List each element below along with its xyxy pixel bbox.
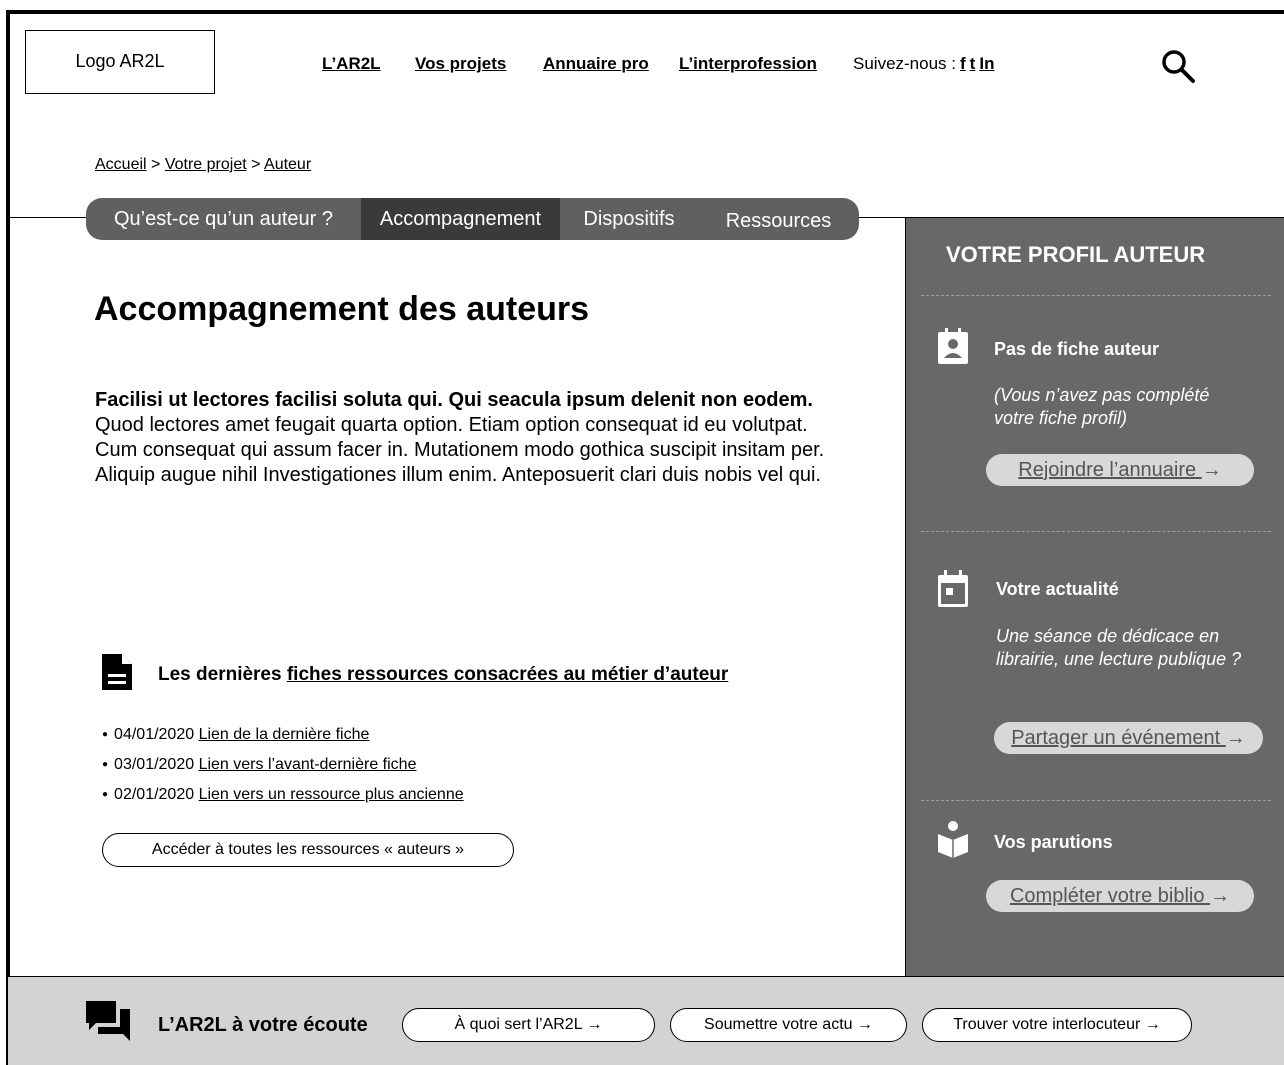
chat-icon — [86, 1001, 130, 1041]
breadcrumb-separator: > — [251, 156, 261, 173]
resource-date: 03/01/2020 — [114, 756, 195, 773]
all-resources-button[interactable]: Accéder à toutes les ressources « auteur… — [102, 833, 514, 867]
resources-link[interactable]: fiches ressources consacrées au métier d… — [287, 664, 728, 685]
resource-date: 02/01/2020 — [114, 786, 195, 803]
button-label: Rejoindre l’annuaire — [1018, 459, 1202, 481]
list-item: 04/01/2020 Lien de la dernière fiche — [102, 722, 464, 752]
join-directory-button[interactable]: Rejoindre l’annuaire → — [986, 454, 1254, 486]
section-text: (Vous n’avez pas complété votre fiche pr… — [994, 385, 1210, 428]
arrow-icon: → — [1225, 727, 1246, 749]
find-contact-button[interactable]: Trouver votre interlocuteur → — [922, 1008, 1192, 1042]
page-title: Accompagnement des auteurs — [94, 290, 590, 328]
nav-interprofession[interactable]: L’interprofession — [679, 54, 817, 74]
breadcrumb-auteur[interactable]: Auteur — [264, 156, 311, 173]
footer-title: L’AR2L à votre écoute — [158, 1014, 368, 1036]
resource-date: 04/01/2020 — [114, 726, 195, 743]
breadcrumb: Accueil > Votre projet > Auteur — [95, 156, 311, 174]
section-heading: Votre actualité — [996, 579, 1119, 599]
logo-text: Logo AR2L — [75, 51, 165, 71]
sidebar-title: VOTRE PROFIL AUTEUR — [946, 242, 1206, 267]
share-event-button[interactable]: Partager un événement → — [994, 722, 1263, 754]
button-label: Compléter votre biblio — [1009, 885, 1211, 907]
nav-vos-projets[interactable]: Vos projets — [415, 54, 506, 74]
breadcrumb-accueil[interactable]: Accueil — [95, 156, 147, 173]
breadcrumb-votre-projet[interactable]: Votre projet — [165, 156, 247, 173]
resource-link[interactable]: Lien vers l’avant-dernière fiche — [199, 756, 417, 773]
section-text: Une séance de dédicace en librairie, une… — [996, 626, 1242, 669]
search-icon[interactable] — [1160, 48, 1196, 84]
divider — [921, 800, 1271, 801]
resource-link[interactable]: Lien de la dernière fiche — [199, 726, 370, 743]
calendar-icon — [938, 570, 968, 607]
section-heading: Pas de fiche auteur — [994, 339, 1160, 359]
tab-dispositifs[interactable]: Dispositifs — [560, 198, 698, 240]
submit-news-button[interactable]: Soumettre votre actu → — [670, 1008, 907, 1042]
social-follow: Suivez-nous : f t In — [853, 54, 994, 74]
intro-lead: Facilisi ut lectores facilisi soluta qui… — [95, 389, 813, 411]
document-icon — [102, 654, 132, 690]
about-ar2l-button[interactable]: À quoi sert l’AR2L → — [402, 1008, 655, 1042]
divider — [921, 531, 1271, 532]
intro-paragraph-2: Aliquip augue nihil Investigationes illu… — [95, 464, 821, 486]
list-item: 02/01/2020 Lien vers un ressource plus a… — [102, 782, 464, 812]
footer-bar: L’AR2L à votre écoute À quoi sert l’AR2L… — [8, 976, 1284, 1065]
breadcrumb-separator: > — [151, 156, 161, 173]
resources-heading: Les dernières fiches ressources consacré… — [158, 664, 728, 686]
book-reader-icon — [938, 821, 968, 858]
arrow-icon: → — [1201, 459, 1222, 481]
resources-list: 04/01/2020 Lien de la dernière fiche 03/… — [102, 722, 464, 812]
resources-intro: Les dernières — [158, 664, 287, 685]
logo[interactable]: Logo AR2L — [25, 30, 215, 94]
nav-ar2l[interactable]: L’AR2L — [322, 54, 381, 74]
tab-accompagnement[interactable]: Accompagnement — [361, 198, 560, 240]
divider — [921, 295, 1271, 296]
tab-quest-ce-quun-auteur[interactable]: Qu’est-ce qu’un auteur ? — [86, 198, 361, 240]
nav-annuaire-pro[interactable]: Annuaire pro — [543, 54, 649, 74]
section-heading: Vos parutions — [994, 832, 1113, 852]
list-item: 03/01/2020 Lien vers l’avant-dernière fi… — [102, 752, 464, 782]
twitter-link[interactable]: t — [970, 54, 976, 73]
complete-biblio-button[interactable]: Compléter votre biblio → — [986, 880, 1254, 912]
button-label: Partager un événement — [1011, 727, 1226, 749]
author-profile-sidebar: VOTRE PROFIL AUTEUR Pas de fiche auteur … — [905, 218, 1284, 976]
resource-link[interactable]: Lien vers un ressource plus ancienne — [199, 786, 464, 803]
contact-card-icon — [938, 328, 968, 364]
intro-paragraph-1: Quod lectores amet feugait quarta option… — [95, 414, 825, 461]
tab-ressources[interactable]: Ressources — [698, 200, 859, 240]
intro-text: Facilisi ut lectores facilisi soluta qui… — [95, 388, 835, 488]
tab-bar: Qu’est-ce qu’un auteur ? Accompagnement … — [86, 198, 859, 240]
arrow-icon: → — [1210, 885, 1231, 907]
facebook-link[interactable]: f — [960, 54, 966, 73]
follow-label: Suivez-nous : — [853, 54, 956, 73]
linkedin-link[interactable]: In — [979, 54, 994, 73]
